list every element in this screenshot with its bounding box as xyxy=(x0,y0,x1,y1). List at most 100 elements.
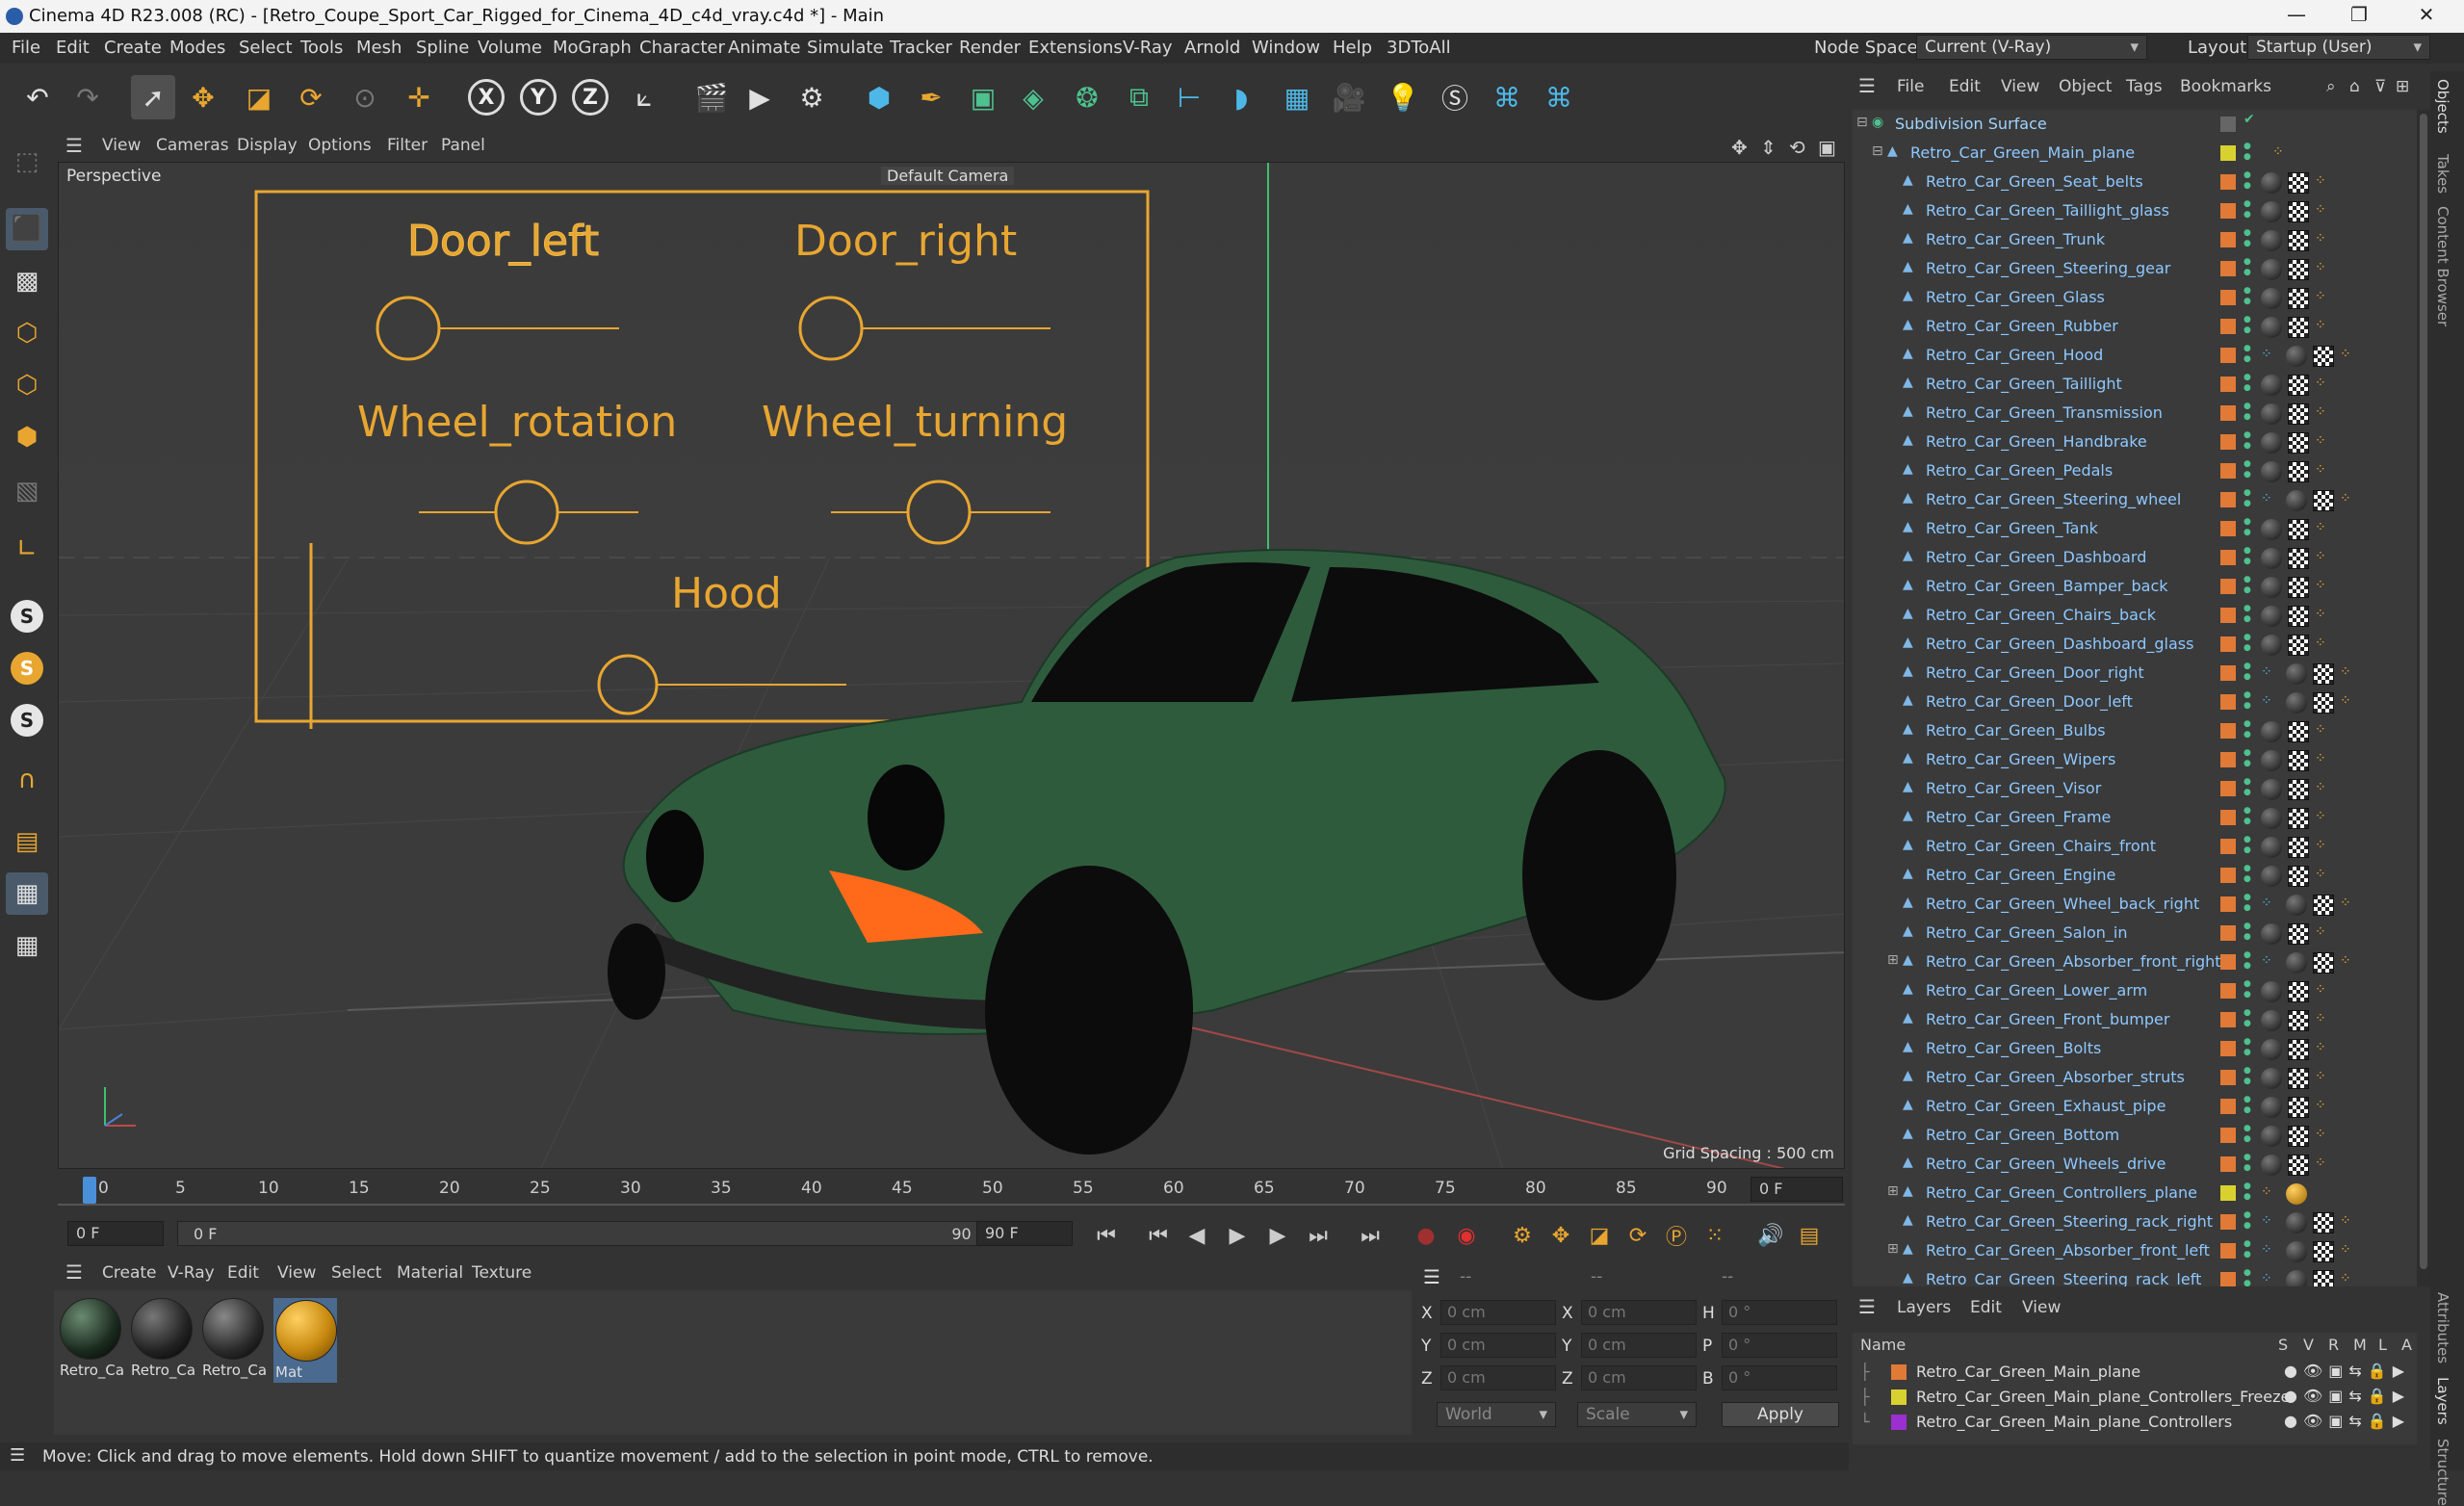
texture-tag-icon[interactable] xyxy=(2288,375,2309,396)
viewport-menu-view[interactable]: View xyxy=(102,136,141,155)
selection-tag-icon[interactable]: ⁘ xyxy=(2315,636,2326,651)
obj-menu-file[interactable]: File xyxy=(1897,77,1924,96)
apply-button[interactable]: Apply xyxy=(1722,1402,1839,1427)
selection-tag-icon[interactable]: ⁘ xyxy=(2315,260,2326,275)
layer-toggle-icons[interactable]: ●👁▣⇆🔒▶ xyxy=(2284,1412,2410,1430)
minimize-button[interactable]: — xyxy=(2268,3,2325,26)
magnet-icon[interactable]: ∩ xyxy=(6,759,48,801)
texture-tag-icon[interactable] xyxy=(2288,1039,2309,1060)
layer-swatch[interactable] xyxy=(2220,1041,2236,1056)
tree-row-object[interactable]: ▲ Retro_Car_Green_Engine ● ● ⁘ xyxy=(1853,861,2417,890)
texture-tag-icon[interactable] xyxy=(2288,288,2309,309)
layer-menu-edit[interactable]: Edit xyxy=(1970,1298,2002,1317)
selection-tag-icon[interactable]: ⁘ xyxy=(2315,838,2326,853)
visibility-dots[interactable]: ● ● xyxy=(2244,806,2251,827)
floor-icon[interactable]: ▦ xyxy=(1275,75,1319,119)
visibility-dots[interactable]: ● ● xyxy=(2244,1095,2251,1116)
texture-tag-icon[interactable] xyxy=(2313,663,2334,685)
texture-tag-icon[interactable] xyxy=(2288,808,2309,829)
menu-spline[interactable]: Spline xyxy=(416,38,469,58)
material-tag-icon[interactable] xyxy=(2261,519,2282,540)
grid-icon[interactable]: ▦ xyxy=(6,924,48,967)
visibility-dots[interactable]: ● ● xyxy=(2244,373,2251,394)
material-tag-icon[interactable] xyxy=(2261,230,2282,251)
layer-swatch[interactable] xyxy=(2220,174,2236,190)
material-tag-icon[interactable] xyxy=(2286,1212,2307,1233)
layer-swatch[interactable] xyxy=(2220,1185,2236,1201)
obj-new-window-icon[interactable]: ⊞ xyxy=(2396,77,2409,96)
visibility-dots[interactable]: ● ● xyxy=(2244,748,2251,769)
layer-swatch[interactable] xyxy=(2220,319,2236,334)
tree-row-object[interactable]: ▲ Retro_Car_Green_Wheel_back_right ● ● ⁘ ⁘ xyxy=(1853,890,2417,919)
selection-tag-icon[interactable]: ⁘ xyxy=(2315,751,2326,766)
selection-tag-icon[interactable]: ⁘ xyxy=(2315,231,2326,247)
x-axis-lock-icon[interactable]: X xyxy=(464,75,508,119)
material-tag-icon[interactable] xyxy=(2261,635,2282,656)
layer-swatch[interactable] xyxy=(2220,752,2236,767)
selection-tag-icon[interactable]: ⁘ xyxy=(2315,780,2326,795)
previous-frame-icon[interactable]: ◀ xyxy=(1180,1219,1213,1252)
selection-tag-icon[interactable]: ⁘ xyxy=(2315,867,2326,882)
layer-swatch[interactable] xyxy=(2220,1243,2236,1259)
visibility-dots[interactable]: ● ● xyxy=(2244,893,2251,914)
layer-swatch[interactable] xyxy=(2220,1012,2236,1027)
menu-character[interactable]: Character xyxy=(639,38,725,58)
material-item[interactable]: Retro_Ca xyxy=(202,1298,266,1379)
visibility-dots[interactable]: ● ● xyxy=(2244,517,2251,538)
material-tag-icon[interactable] xyxy=(2261,288,2282,309)
selection-tag-icon[interactable]: ⁘ xyxy=(2315,578,2326,593)
layers-hamburger-icon[interactable]: ☰ xyxy=(1858,1295,1876,1318)
selection-tag-icon[interactable]: ⁘ xyxy=(2315,1098,2326,1113)
mograph-cloner-icon[interactable]: ❂ xyxy=(1065,75,1109,119)
timeline-playhead[interactable] xyxy=(83,1177,96,1204)
texture-tag-icon[interactable] xyxy=(2313,346,2334,367)
material-tag-icon[interactable] xyxy=(2261,1097,2282,1118)
texture-tag-icon[interactable] xyxy=(2288,1126,2309,1147)
material-tag-icon[interactable] xyxy=(2261,866,2282,887)
object-tree-scrollbar[interactable] xyxy=(2417,110,2430,1286)
material-tag-icon[interactable] xyxy=(2261,721,2282,742)
material-tag-icon[interactable] xyxy=(2261,259,2282,280)
selection-tag-icon[interactable]: ⁘ xyxy=(2340,664,2351,680)
texture-mode-icon[interactable]: ▩ xyxy=(6,260,48,302)
material-tag-icon[interactable] xyxy=(2261,1068,2282,1089)
pos-x-field[interactable]: 0 cm xyxy=(1440,1300,1556,1325)
selection-tag-icon[interactable]: ⁘ xyxy=(2340,491,2351,506)
selection-tag-icon[interactable]: ⁘ xyxy=(2340,347,2351,362)
visibility-dots[interactable]: ● ● xyxy=(2244,1181,2251,1203)
tab-attributes[interactable]: Attributes xyxy=(2434,1292,2451,1363)
menu-select[interactable]: Select xyxy=(239,38,293,58)
texture-tag-icon[interactable] xyxy=(2288,317,2309,338)
layer-swatch[interactable] xyxy=(2220,521,2236,536)
workplane-icon[interactable]: ▤ xyxy=(6,820,48,863)
texture-tag-icon[interactable] xyxy=(2288,577,2309,598)
visibility-dots[interactable]: ● ● xyxy=(2244,719,2251,740)
texture-tag-icon[interactable] xyxy=(2288,403,2309,425)
texture-tag-icon[interactable] xyxy=(2288,923,2309,945)
layer-swatch[interactable] xyxy=(2220,781,2236,796)
material-tag-icon[interactable] xyxy=(2261,548,2282,569)
texture-tag-icon[interactable] xyxy=(2288,259,2309,280)
texture-tag-icon[interactable] xyxy=(2313,692,2334,714)
snap-settings-icon[interactable]: S xyxy=(6,647,48,689)
rot-b-field[interactable]: 0 ° xyxy=(1722,1365,1837,1390)
selection-tag-icon[interactable]: ⁘ xyxy=(2340,953,2351,969)
selection-tag-icon[interactable]: ⁘ xyxy=(2315,1040,2326,1055)
vray-tag-icon[interactable]: ⁘ xyxy=(2261,693,2272,709)
texture-tag-icon[interactable] xyxy=(2313,952,2334,974)
material-hamburger-icon[interactable]: ☰ xyxy=(65,1260,83,1284)
current-frame-field[interactable]: 0 F xyxy=(1751,1177,1843,1202)
layer-toggle-icons[interactable]: ●👁▣⇆🔒▶ xyxy=(2284,1387,2410,1405)
pos-y-field[interactable]: 0 cm xyxy=(1440,1333,1556,1358)
y-axis-lock-icon[interactable]: Y xyxy=(516,75,560,119)
visibility-dots[interactable]: ● ● xyxy=(2244,344,2251,365)
obj-home-icon[interactable]: ⌂ xyxy=(2349,77,2360,96)
mat-menu-material[interactable]: Material xyxy=(397,1263,463,1283)
tree-row-object[interactable]: ▲ Retro_Car_Green_Chairs_front ● ● ⁘ xyxy=(1853,832,2417,861)
rot-h-field[interactable]: 0 ° xyxy=(1722,1300,1837,1325)
layer-swatch[interactable] xyxy=(2220,550,2236,565)
layer-swatch[interactable] xyxy=(2220,868,2236,883)
texture-tag-icon[interactable] xyxy=(2288,721,2309,742)
selection-tag-icon[interactable]: ⁘ xyxy=(2315,520,2326,535)
obj-search-icon[interactable]: ⌕ xyxy=(2326,77,2336,96)
